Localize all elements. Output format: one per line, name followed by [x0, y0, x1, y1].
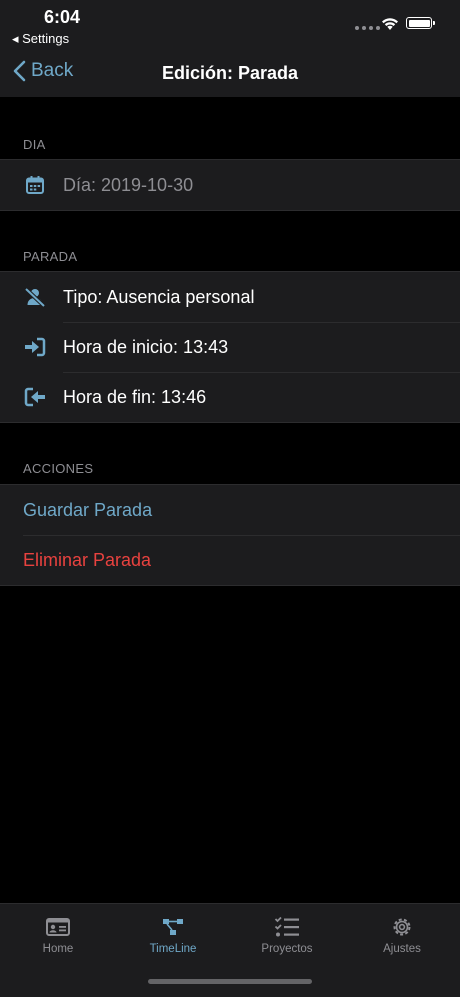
- battery-icon: [406, 17, 435, 29]
- user-slash-icon: [24, 287, 46, 307]
- date-label: Día: 2019-10-30: [63, 174, 194, 195]
- tab-timeline[interactable]: TimeLine: [118, 912, 228, 955]
- tipo-row[interactable]: Tipo: Ausencia personal: [0, 272, 460, 322]
- cellular-signal-icon: [355, 26, 380, 30]
- hora-fin-row[interactable]: Hora de fin: 13:46: [0, 372, 460, 422]
- section-header-dia: DIA: [23, 137, 46, 152]
- section-header-acciones: ACCIONES: [23, 461, 94, 476]
- parada-group: Tipo: Ausencia personal Hora de inicio: …: [0, 271, 460, 423]
- gear-icon: [393, 918, 411, 936]
- checklist-icon: [274, 916, 299, 937]
- tab-ajustes-label: Ajustes: [383, 943, 421, 955]
- status-time: 6:04: [44, 7, 81, 27]
- back-to-settings-link[interactable]: ◂ Settings: [12, 31, 69, 47]
- hora-inicio-row[interactable]: Hora de inicio: 13:43: [0, 322, 460, 372]
- tab-proyectos[interactable]: Proyectos: [232, 912, 342, 955]
- sign-in-icon: [24, 337, 46, 357]
- status-bar: 6:04 ◂ Settings: [0, 0, 460, 50]
- tab-ajustes[interactable]: Ajustes: [347, 912, 457, 955]
- guardar-parada-button[interactable]: Guardar Parada: [0, 485, 460, 535]
- timeline-icon: [163, 919, 183, 935]
- tab-home-label: Home: [42, 943, 74, 955]
- home-indicator[interactable]: [148, 979, 312, 984]
- tipo-label: Tipo: Ausencia personal: [63, 286, 255, 307]
- eliminar-parada-label: Eliminar Parada: [23, 549, 152, 570]
- hora-inicio-label: Hora de inicio: 13:43: [63, 336, 229, 357]
- hora-fin-label: Hora de fin: 13:46: [63, 386, 207, 407]
- tab-proyectos-label: Proyectos: [261, 943, 313, 955]
- eliminar-parada-button[interactable]: Eliminar Parada: [0, 535, 460, 585]
- dia-group: Día: 2019-10-30: [0, 159, 460, 211]
- guardar-parada-label: Guardar Parada: [23, 499, 153, 520]
- wifi-icon: [382, 18, 398, 30]
- id-card-icon: [46, 918, 70, 936]
- calendar-icon: [24, 175, 46, 195]
- tab-timeline-label: TimeLine: [149, 943, 197, 955]
- page-title: Edición: Parada: [161, 63, 299, 83]
- date-row[interactable]: Día: 2019-10-30: [0, 160, 460, 210]
- navigation-bar: Back Edición: Parada: [0, 50, 460, 97]
- section-header-parada: PARADA: [23, 249, 78, 264]
- acciones-group: Guardar Parada Eliminar Parada: [0, 484, 460, 586]
- sign-out-icon: [24, 387, 46, 407]
- tab-home[interactable]: Home: [3, 912, 113, 955]
